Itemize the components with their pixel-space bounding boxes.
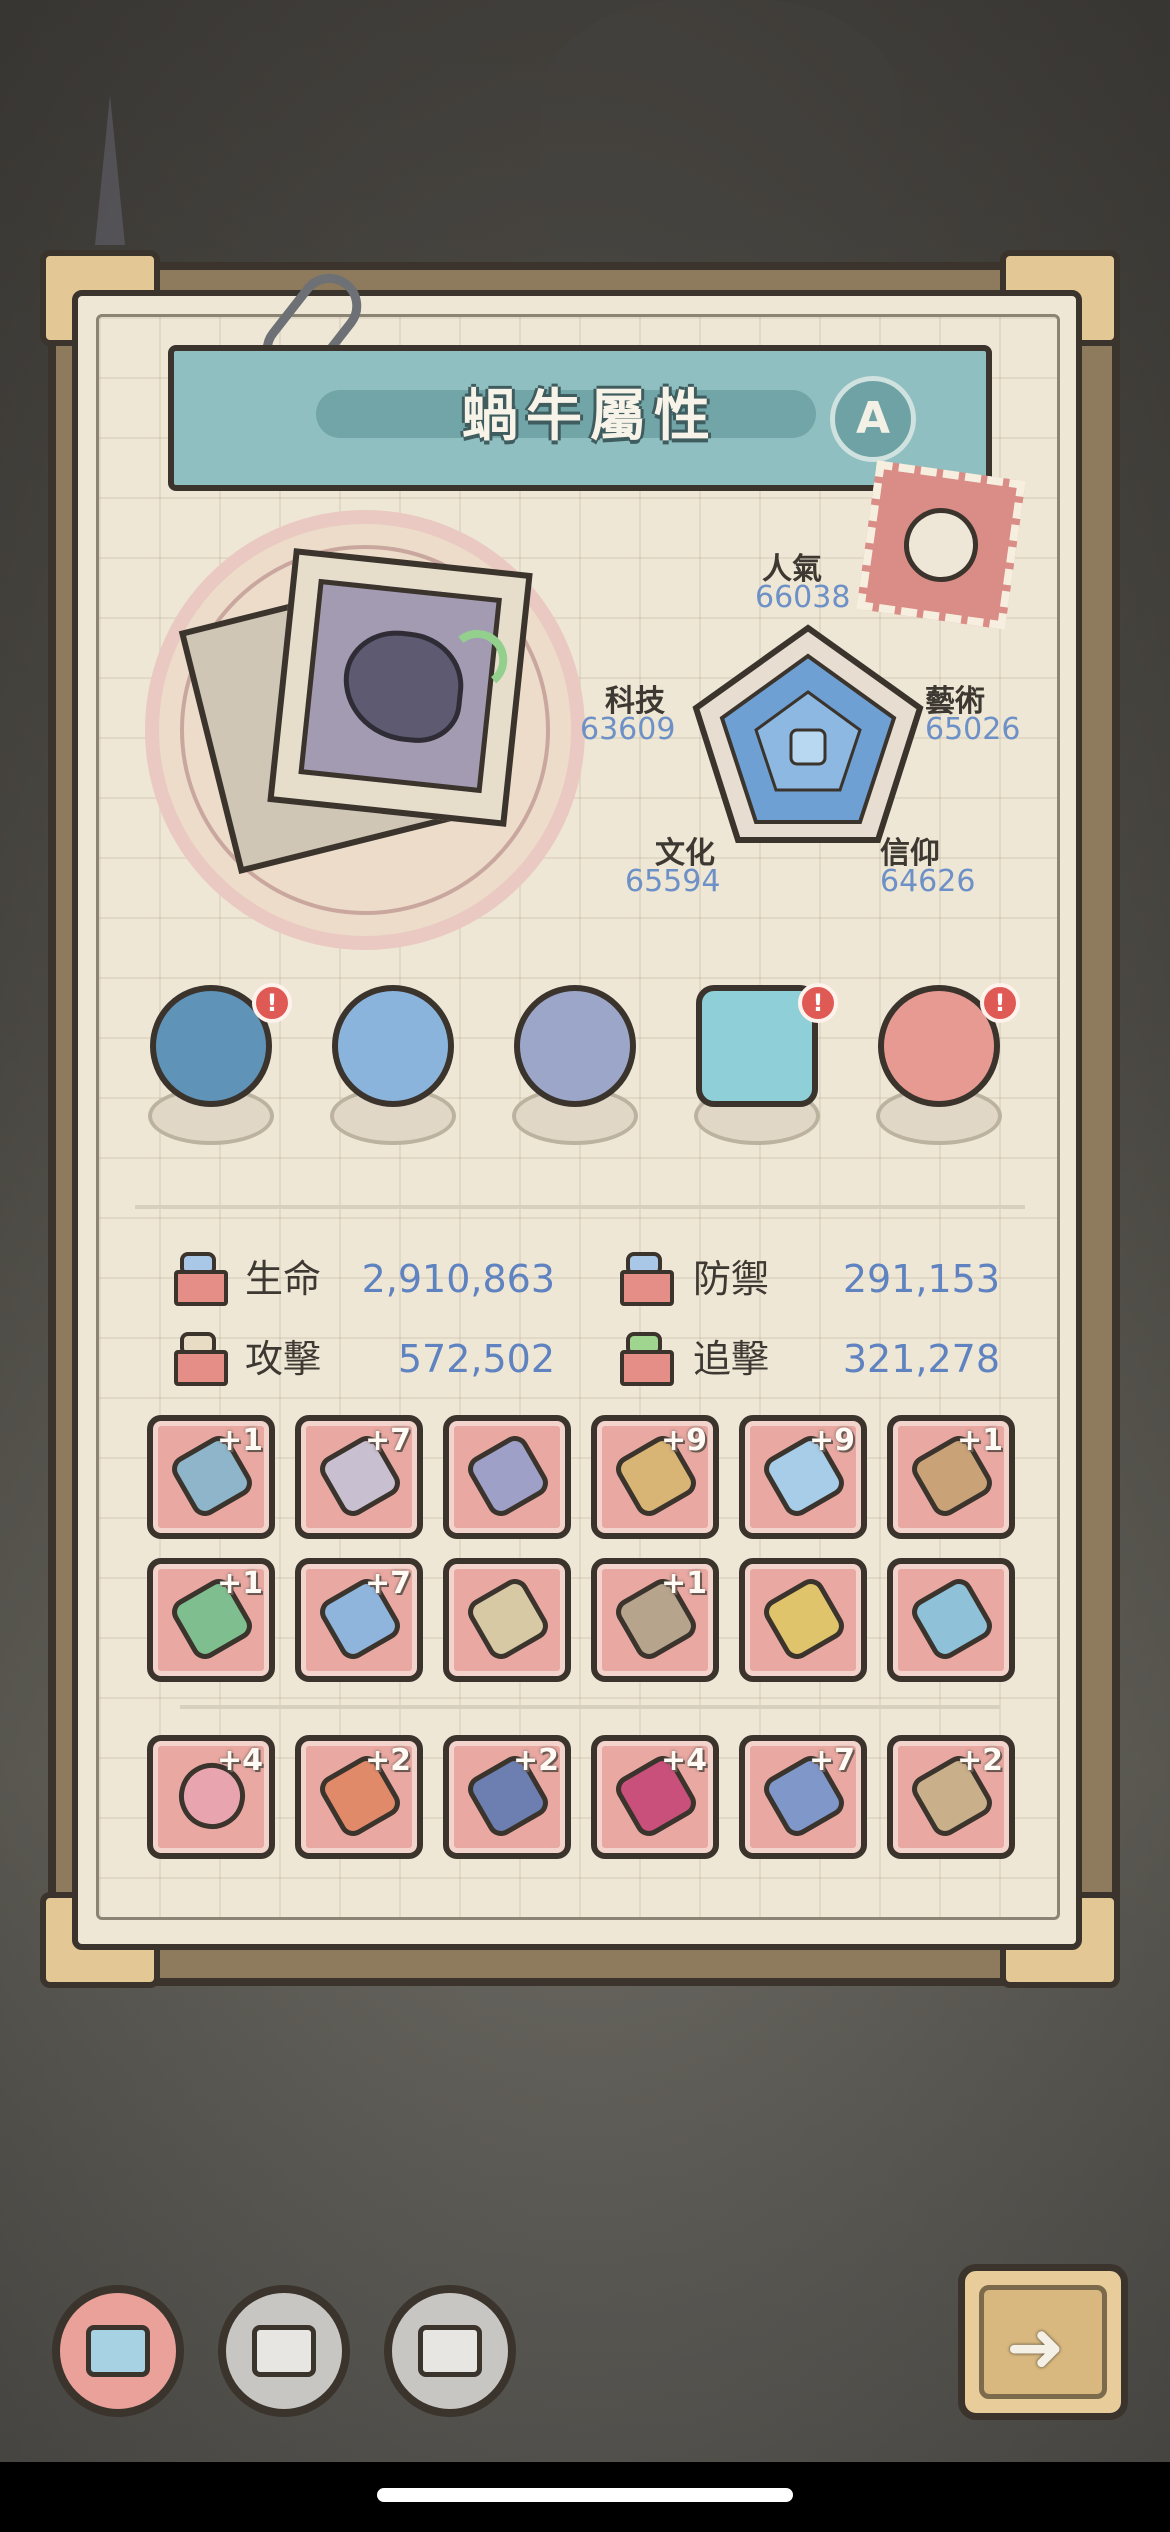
equipment-slot-crystal[interactable] — [443, 1415, 571, 1539]
arrow-right-icon: ➜ — [1006, 2306, 1065, 2388]
chase-stat-bars — [620, 1350, 674, 1386]
level-badge: +9 — [660, 1423, 707, 1458]
attack-value: 572,502 — [397, 1337, 555, 1381]
radar-center-icon — [789, 728, 827, 766]
attack-label: 攻擊 — [245, 1337, 322, 1381]
tab-attributes[interactable] — [52, 2285, 184, 2417]
hp-stat-bars — [174, 1270, 228, 1306]
equipment-slot-skull-staff[interactable] — [443, 1558, 571, 1682]
attack-stat-icon — [170, 1332, 232, 1386]
moon-orb-badge-icon — [332, 985, 454, 1107]
a-rank-button[interactable]: A — [830, 376, 916, 462]
level-badge: +1 — [216, 1566, 263, 1601]
green-horn-icon — [444, 626, 511, 693]
section-divider — [135, 1205, 1025, 1209]
equipment-slot-gauntlet[interactable]: +7 — [739, 1735, 867, 1859]
stat-value-popularity: 66038 — [755, 580, 851, 615]
chase-value: 321,278 — [842, 1337, 1000, 1381]
level-badge: +2 — [956, 1743, 1003, 1778]
cow-skull-icon — [899, 503, 983, 587]
stats-radar-chart — [692, 624, 924, 843]
level-badge: +9 — [808, 1423, 855, 1458]
equipment-slot-blue-sword[interactable]: +7 — [295, 1558, 423, 1682]
equipment-slot-spiked-club[interactable]: +1 — [591, 1558, 719, 1682]
tab-secondary[interactable] — [218, 2285, 350, 2417]
equipment-slot-gem-amulet[interactable]: +1 — [887, 1415, 1015, 1539]
screen-tab-icon-1 — [86, 2325, 150, 2377]
equipment-slot-crossbow[interactable]: +9 — [591, 1415, 719, 1539]
level-badge: +7 — [808, 1743, 855, 1778]
crow-creature-icon — [337, 625, 511, 748]
level-badge: +1 — [216, 1423, 263, 1458]
equipment-slot-potion-sword[interactable]: +9 — [739, 1415, 867, 1539]
attack-stat-bars — [174, 1350, 228, 1386]
compass-badge-icon — [514, 985, 636, 1107]
equipment-slot-mandala[interactable]: +4 — [147, 1735, 275, 1859]
next-button[interactable]: ➜ — [958, 2264, 1128, 2420]
equipment-slot-tentacle[interactable]: +7 — [295, 1415, 423, 1539]
level-badge: +1 — [660, 1566, 707, 1601]
home-indicator[interactable] — [377, 2488, 793, 2502]
level-badge: +2 — [364, 1743, 411, 1778]
chase-label: 追擊 — [693, 1337, 770, 1381]
level-badge: +7 — [364, 1423, 411, 1458]
stamp-badge[interactable] — [856, 460, 1026, 630]
hp-value: 2,910,863 — [361, 1257, 555, 1301]
portrait-frame — [298, 578, 511, 794]
equipment-slot-spear[interactable]: +2 — [887, 1735, 1015, 1859]
equipment-slot-dagger[interactable] — [887, 1558, 1015, 1682]
equipment-slot-gold-ring[interactable] — [739, 1558, 867, 1682]
dagger-icon — [906, 1573, 998, 1665]
defense-stat-icon — [616, 1252, 678, 1306]
badge-moon-orb[interactable] — [318, 975, 468, 1155]
stat-value-tech: 63609 — [580, 712, 676, 747]
tab-third[interactable] — [384, 2285, 516, 2417]
badge-compass[interactable] — [500, 975, 650, 1155]
crystal-icon — [462, 1430, 554, 1522]
page-title: 蝸牛屬性 — [462, 384, 718, 449]
defense-label: 防禦 — [693, 1257, 770, 1301]
equipment-slot-helmet[interactable]: +2 — [443, 1735, 571, 1859]
alert-icon: ! — [980, 983, 1020, 1023]
defense-stat-bars — [620, 1270, 674, 1306]
chase-stat-icon — [616, 1332, 678, 1386]
screen-tab-icon-2 — [252, 2325, 316, 2377]
defense-value: 291,153 — [842, 1257, 1000, 1301]
hp-stat-icon — [170, 1252, 232, 1306]
alert-icon: ! — [252, 983, 292, 1023]
equipment-slot-ring[interactable]: +1 — [147, 1415, 275, 1539]
equipment-slot-axe[interactable]: +2 — [295, 1735, 423, 1859]
gold-ring-icon — [758, 1573, 850, 1665]
level-badge: +4 — [660, 1743, 707, 1778]
skull-staff-icon — [462, 1573, 554, 1665]
level-badge: +4 — [216, 1743, 263, 1778]
next-button-inner: ➜ — [979, 2285, 1107, 2399]
stat-value-arts: 65026 — [925, 712, 1021, 747]
stat-value-culture: 65594 — [625, 864, 721, 899]
stat-value-faith: 64626 — [880, 864, 976, 899]
hp-label: 生命 — [245, 1257, 322, 1301]
alert-icon: ! — [798, 983, 838, 1023]
badge-row: ! ! ! — [130, 975, 1030, 1165]
snail-portrait[interactable] — [267, 548, 533, 827]
badge-monster[interactable]: ! — [136, 975, 292, 1155]
level-badge: +2 — [512, 1743, 559, 1778]
equipment-slot-trident[interactable]: +1 — [147, 1558, 275, 1682]
level-badge: +7 — [364, 1566, 411, 1601]
equipment-divider — [180, 1705, 1000, 1709]
badge-red-orb[interactable]: ! — [864, 975, 1020, 1155]
screen-tab-icon-3 — [418, 2325, 482, 2377]
level-badge: +1 — [956, 1423, 1003, 1458]
badge-eye-rune[interactable]: ! — [682, 975, 838, 1155]
equipment-slot-boot[interactable]: +4 — [591, 1735, 719, 1859]
